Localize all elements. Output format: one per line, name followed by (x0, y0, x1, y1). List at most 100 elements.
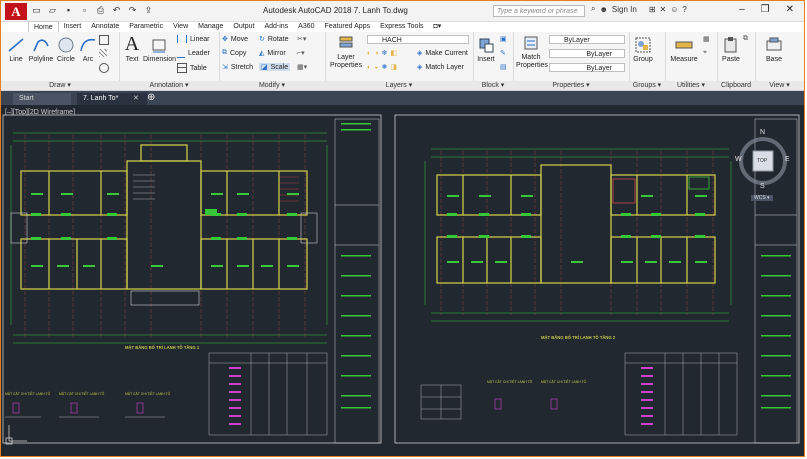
doc-tab-close-icon[interactable]: ✕ (133, 94, 139, 102)
clipboard-panel-title[interactable]: Clipboard (717, 81, 755, 90)
rotate-tool[interactable]: ↻ Rotate (259, 35, 289, 44)
match-properties-tool[interactable]: Match Properties (516, 34, 548, 70)
autocad-logo-icon[interactable]: A (5, 3, 27, 20)
tab-a360[interactable]: A360 (293, 21, 319, 32)
tab-output[interactable]: Output (228, 21, 259, 32)
new-tab-plus-icon[interactable]: ⊕ (147, 92, 155, 103)
viewcube-top-face[interactable]: TOP (757, 158, 767, 164)
compass-south[interactable]: S (760, 183, 765, 190)
lineweight-dropdown[interactable]: ByLayer (549, 63, 625, 72)
doc-tab-start[interactable]: Start (13, 93, 71, 105)
utilities-panel-title[interactable]: Utilities ▾ (665, 81, 717, 90)
copy-tool[interactable]: ⧉ Copy (222, 49, 246, 57)
tab-home[interactable]: Home (28, 21, 59, 32)
base-tool[interactable]: Base (763, 36, 785, 63)
arc-tool[interactable]: Arc (78, 36, 98, 63)
mirror-tool[interactable]: ◭ Mirror (259, 49, 286, 58)
binoculars-icon[interactable]: ⌕ (591, 4, 595, 14)
circle-tool[interactable]: Circle (55, 36, 77, 63)
annotation-panel-title[interactable]: Annotation ▾ (119, 81, 219, 90)
linear-tool[interactable]: Linear (177, 35, 209, 43)
people-icon[interactable]: ☺ (670, 5, 678, 14)
layer-properties-tool[interactable]: Layer Properties (329, 34, 363, 70)
match-layer-tool[interactable]: ◈ Match Layer (417, 63, 464, 72)
save-as-icon[interactable]: ▫ (79, 5, 90, 16)
tab-add-ins[interactable]: Add-ins (259, 21, 293, 32)
new-icon[interactable]: ▭ (31, 5, 42, 16)
rectangle-tool[interactable] (99, 35, 109, 45)
help-icon[interactable]: ? (682, 5, 686, 14)
tab-manage[interactable]: Manage (193, 21, 228, 32)
measure-tool[interactable]: Measure (669, 36, 699, 63)
layer-unlock-icon[interactable]: ◨ (390, 63, 397, 71)
layer-off-icon[interactable]: ◐ (367, 50, 371, 57)
layer-thaw-icon[interactable]: ❅ (381, 63, 387, 71)
maximize-button[interactable]: ❐ (761, 4, 770, 15)
cart-icon[interactable]: ⊞ (649, 5, 656, 14)
layer-unisolate-icon[interactable]: ◒ (374, 64, 378, 71)
leader-tool[interactable]: Leader (177, 49, 210, 58)
hatch-tool[interactable] (99, 49, 107, 57)
share-icon[interactable]: ⇪ (143, 5, 154, 16)
insert-tool[interactable]: Insert (475, 36, 497, 63)
tab-insert[interactable]: Insert (59, 21, 87, 32)
paste-tool[interactable]: Paste (720, 36, 742, 63)
fillet-tool[interactable]: ⌐▾ (297, 49, 305, 57)
tab-annotate[interactable]: Annotate (86, 21, 124, 32)
color-dropdown[interactable]: ByLayer (549, 35, 625, 44)
properties-panel-title[interactable]: Properties ▾ (513, 81, 629, 90)
text-tool[interactable]: A Text (123, 34, 141, 63)
utility-icon-2[interactable]: ⌖ (703, 49, 707, 57)
layer-freeze-icon[interactable]: ❄ (381, 49, 387, 57)
view-panel-title[interactable]: View ▾ (755, 81, 804, 90)
dimension-tool[interactable]: Dimension (143, 36, 176, 63)
sign-in-link[interactable]: Sign In (612, 5, 637, 14)
make-current-tool[interactable]: ◈ Make Current (417, 49, 468, 58)
plot-icon[interactable]: ⎙ (95, 5, 106, 16)
minimize-button[interactable]: – (739, 4, 745, 15)
trim-tool[interactable]: ✂▾ (297, 35, 306, 43)
tab-express-tools[interactable]: Express Tools (375, 21, 428, 32)
modify-panel-title[interactable]: Modify ▾ (219, 81, 325, 90)
compass-north[interactable]: N (760, 129, 765, 136)
layers-panel-title[interactable]: Layers ▾ (325, 81, 473, 90)
layer-on-icon[interactable]: ◐ (367, 64, 371, 71)
viewcube[interactable]: TOP N S E W WCS ▾ (735, 125, 793, 205)
layer-isolate-icon[interactable]: ◑ (374, 50, 378, 57)
utility-icon-1[interactable]: ▦ (703, 35, 710, 43)
stretch-tool[interactable]: ⇲ Stretch (222, 63, 253, 72)
scale-tool[interactable]: ◪ Scale (259, 63, 291, 71)
search-input[interactable]: Type a keyword or phrase (493, 5, 585, 17)
compass-east[interactable]: E (785, 156, 790, 163)
undo-icon[interactable]: ↶ (111, 5, 122, 16)
draw-panel-title[interactable]: Draw ▾ (1, 81, 119, 90)
save-icon[interactable]: ▪ (63, 5, 74, 16)
tab-featured-apps[interactable]: Featured Apps (320, 21, 376, 32)
tab-parametric[interactable]: Parametric (124, 21, 168, 32)
a360-icon[interactable]: ✕ (660, 5, 667, 14)
table-tool[interactable]: Table (177, 63, 207, 73)
wcs-menu[interactable]: WCS ▾ (751, 195, 773, 201)
open-icon[interactable]: ▱ (47, 5, 58, 16)
copy-clip-tool[interactable]: ⧉ (743, 35, 748, 43)
polyline-tool[interactable]: Polyline (27, 36, 55, 63)
move-tool[interactable]: ✥ Move (222, 35, 248, 44)
group-tool[interactable]: Group (632, 36, 654, 63)
linetype-dropdown[interactable]: ByLayer (549, 49, 625, 58)
edit-attributes-tool[interactable]: ▤ (500, 63, 507, 71)
groups-panel-title[interactable]: Groups ▾ (629, 81, 665, 90)
tab-view[interactable]: View (168, 21, 193, 32)
redo-icon[interactable]: ↷ (127, 5, 138, 16)
array-tool[interactable]: ▦▾ (297, 63, 307, 71)
layer-lock-icon[interactable]: ◧ (390, 49, 397, 57)
ribbon-toggle-icon[interactable]: ◘▾ (429, 21, 447, 32)
close-button[interactable]: ✕ (786, 4, 794, 15)
compass-west[interactable]: W (735, 156, 742, 163)
edit-block-tool[interactable]: ✎ (500, 49, 506, 57)
ellipse-tool[interactable] (99, 63, 109, 73)
viewport-controls[interactable]: [–][Top][2D Wireframe] (5, 109, 75, 116)
model-space-canvas[interactable]: MẶT BẰNG BỐ TRÍ LANH TÔ TẦNG 1 MẶT CẮT C… (1, 105, 804, 456)
create-block-tool[interactable]: ▣ (500, 35, 507, 43)
user-icon[interactable]: ☻ (599, 5, 607, 14)
line-tool[interactable]: Line (5, 36, 27, 63)
